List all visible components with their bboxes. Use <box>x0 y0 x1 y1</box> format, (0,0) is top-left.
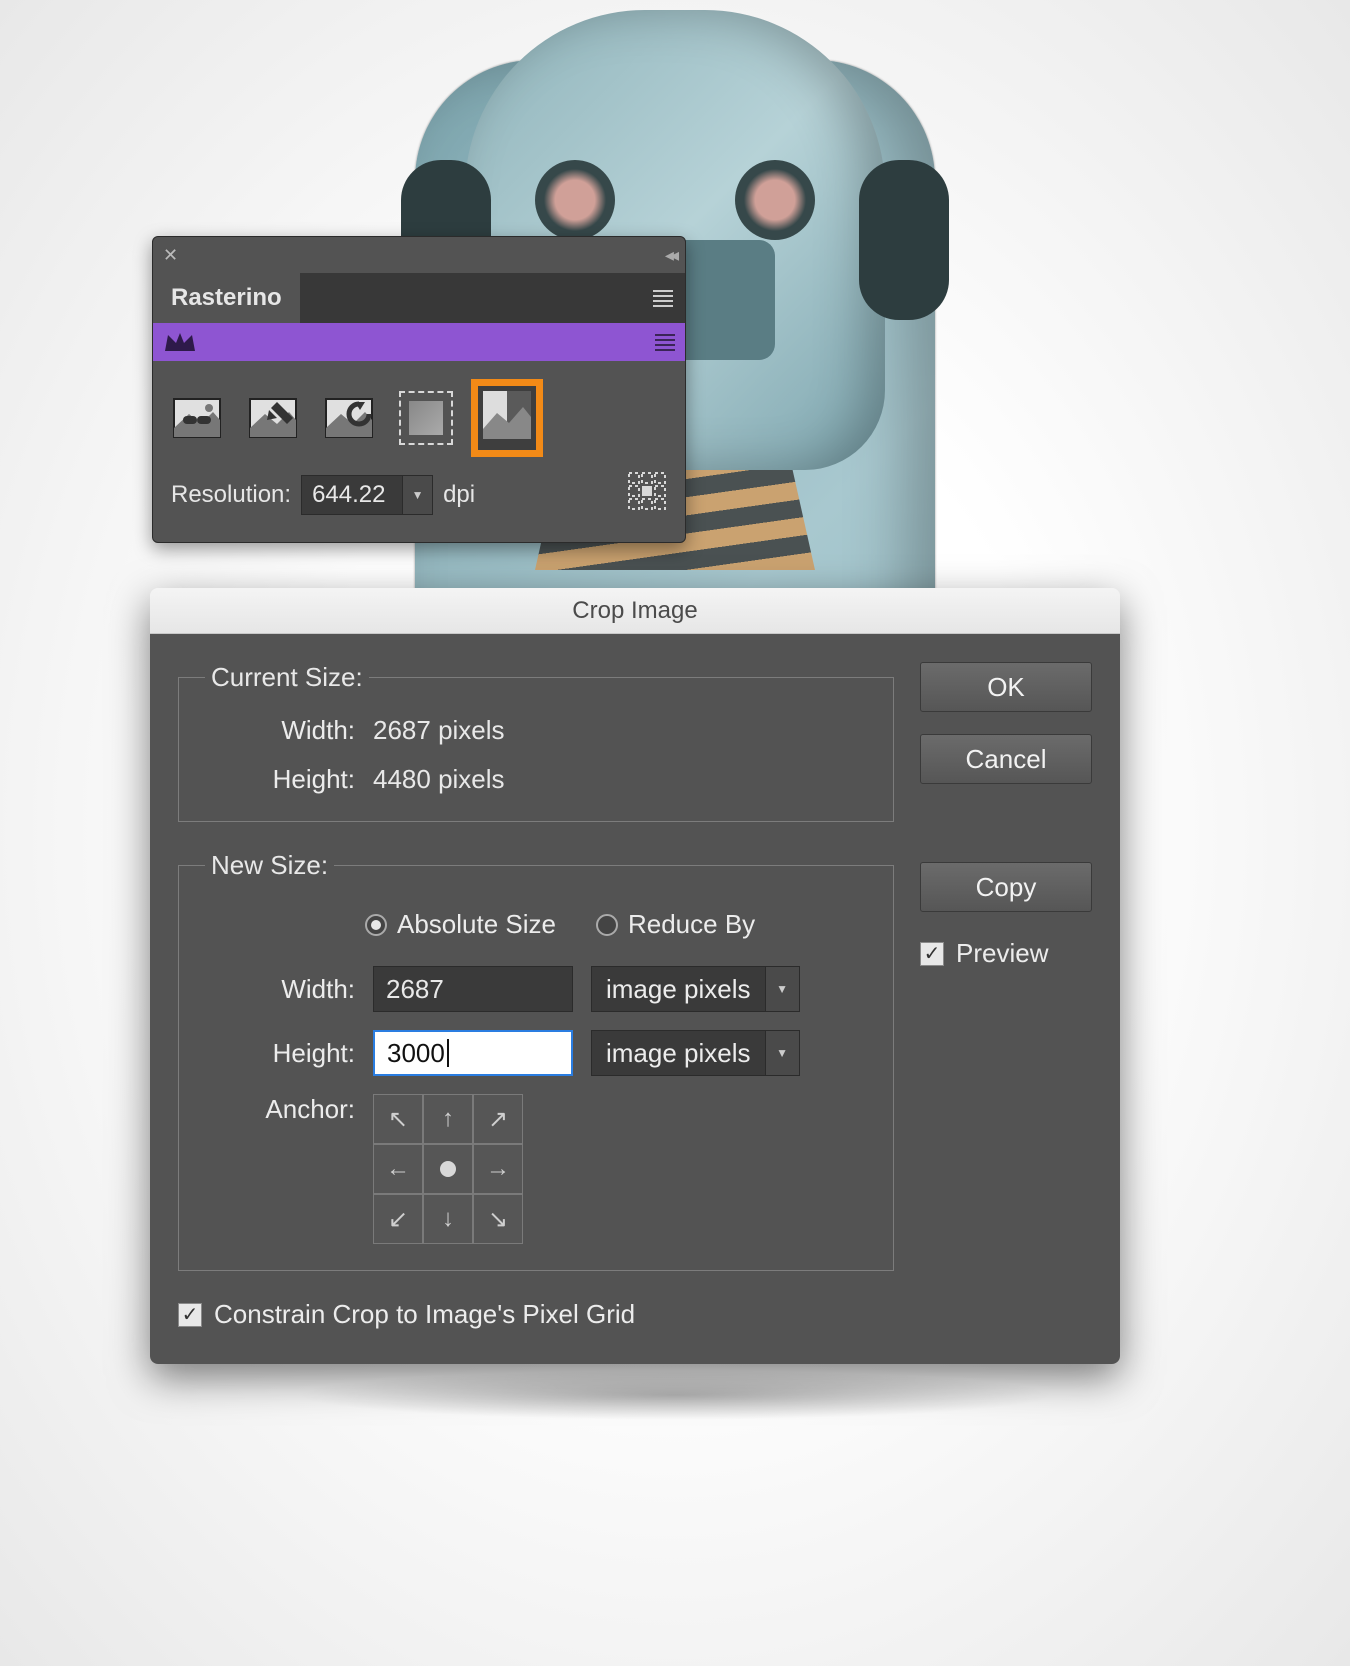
current-size-group: Current Size: Width: 2687 pixels Height:… <box>178 662 894 822</box>
new-width-input[interactable]: 2687 <box>373 966 573 1012</box>
resolution-value: 644.22 <box>302 481 402 509</box>
menu-icon <box>653 290 673 307</box>
anchor-top-right[interactable]: ↗ <box>473 1094 523 1144</box>
crop-image-dialog: Crop Image Current Size: Width: 2687 pix… <box>150 588 1120 1364</box>
anchor-label: Anchor: <box>205 1094 355 1125</box>
ok-label: OK <box>987 672 1025 703</box>
current-width-value: 2687 pixels <box>373 715 505 746</box>
pixel-grid-icon[interactable] <box>627 471 667 518</box>
resolution-label: Resolution: <box>171 481 291 509</box>
current-width-label: Width: <box>205 715 355 746</box>
anchor-left[interactable]: ← <box>373 1144 423 1194</box>
cancel-button[interactable]: Cancel <box>920 734 1092 784</box>
preview-checkbox-row[interactable]: ✓ Preview <box>920 938 1092 969</box>
anchor-bottom-right[interactable]: ↘ <box>473 1194 523 1244</box>
anchor-top[interactable]: ↑ <box>423 1094 473 1144</box>
anchor-bottom[interactable]: ↓ <box>423 1194 473 1244</box>
collapse-icon[interactable]: ◂◂ <box>665 245 675 266</box>
copy-label: Copy <box>976 872 1037 903</box>
radio-reduce-label: Reduce By <box>628 909 755 940</box>
anchor-center[interactable] <box>423 1144 473 1194</box>
new-height-input[interactable]: 3000 <box>373 1030 573 1076</box>
current-height-value: 4480 pixels <box>373 764 505 795</box>
current-size-legend: Current Size: <box>205 662 369 693</box>
height-unit-dropdown[interactable]: image pixels <box>591 1030 800 1076</box>
dropdown-caret-icon <box>765 1031 799 1075</box>
trim-image-button[interactable] <box>399 391 453 445</box>
panel-menu-button[interactable] <box>641 273 685 323</box>
radio-dot-icon <box>365 914 387 936</box>
radio-absolute-label: Absolute Size <box>397 909 556 940</box>
checkbox-checked-icon: ✓ <box>178 1303 202 1327</box>
link-image-button[interactable] <box>171 395 223 441</box>
dropdown-caret-icon <box>765 967 799 1011</box>
resolution-unit: dpi <box>443 481 475 509</box>
constrain-checkbox-row[interactable]: ✓ Constrain Crop to Image's Pixel Grid <box>178 1299 894 1330</box>
crop-image-button[interactable] <box>477 385 537 451</box>
radio-reduce-by[interactable]: Reduce By <box>596 909 755 940</box>
anchor-right[interactable]: → <box>473 1144 523 1194</box>
new-size-legend: New Size: <box>205 850 334 881</box>
new-width-label: Width: <box>205 974 355 1005</box>
height-unit-label: image pixels <box>592 1038 765 1069</box>
radio-dot-icon <box>596 914 618 936</box>
resolution-dropdown-caret[interactable] <box>402 476 432 514</box>
new-height-label: Height: <box>205 1038 355 1069</box>
radio-absolute-size[interactable]: Absolute Size <box>365 909 556 940</box>
anchor-top-left[interactable]: ↖ <box>373 1094 423 1144</box>
anchor-grid: ↖ ↑ ↗ ← → ↙ ↓ ↘ <box>373 1094 523 1244</box>
tab-label: Rasterino <box>171 284 282 312</box>
copy-button[interactable]: Copy <box>920 862 1092 912</box>
ok-button[interactable]: OK <box>920 662 1092 712</box>
current-height-label: Height: <box>205 764 355 795</box>
anchor-bottom-left[interactable]: ↙ <box>373 1194 423 1244</box>
new-height-value: 3000 <box>387 1038 445 1069</box>
tool-row <box>171 385 667 451</box>
crop-image-button-wrapper <box>477 385 537 451</box>
new-width-value: 2687 <box>386 974 444 1005</box>
edit-image-button[interactable] <box>247 395 299 441</box>
panel-body: Resolution: 644.22 dpi <box>153 361 685 542</box>
preview-label: Preview <box>956 938 1048 969</box>
panel-tabs: Rasterino <box>153 273 685 323</box>
new-size-group: New Size: Absolute Size Reduce By Width:… <box>178 850 894 1271</box>
resolution-input[interactable]: 644.22 <box>301 475 433 515</box>
reset-image-button[interactable] <box>323 395 375 441</box>
accent-menu-button[interactable] <box>655 334 675 351</box>
rasterino-panel: ✕ ◂◂ Rasterino <box>152 236 686 543</box>
cancel-label: Cancel <box>966 744 1047 775</box>
panel-titlebar[interactable]: ✕ ◂◂ <box>153 237 685 273</box>
width-unit-label: image pixels <box>592 974 765 1005</box>
dialog-titlebar[interactable]: Crop Image <box>150 588 1120 634</box>
checkbox-checked-icon: ✓ <box>920 942 944 966</box>
crown-icon <box>163 331 197 353</box>
resolution-row: Resolution: 644.22 dpi <box>171 471 667 518</box>
constrain-label: Constrain Crop to Image's Pixel Grid <box>214 1299 635 1330</box>
dialog-title: Crop Image <box>572 597 697 625</box>
menu-icon <box>655 334 675 351</box>
panel-accent-bar <box>153 323 685 361</box>
close-icon[interactable]: ✕ <box>163 245 178 266</box>
tab-rasterino[interactable]: Rasterino <box>153 273 300 323</box>
width-unit-dropdown[interactable]: image pixels <box>591 966 800 1012</box>
dialog-body: Current Size: Width: 2687 pixels Height:… <box>150 634 1120 1364</box>
